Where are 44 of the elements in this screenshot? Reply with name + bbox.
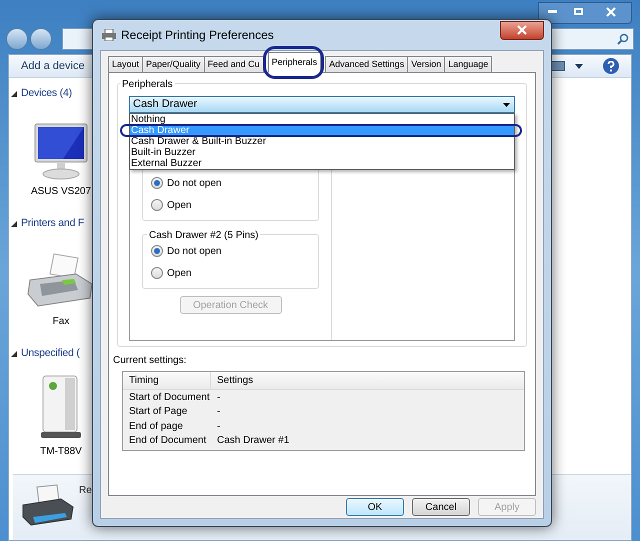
- table-cell-text: Cash Drawer #1: [216, 434, 290, 448]
- table-cell-text: End of Document: [128, 434, 208, 448]
- peripherals-dropdown[interactable]: Cash Drawer: [129, 96, 515, 113]
- radio-label: Open: [167, 198, 192, 212]
- dropdown-option[interactable]: External Buzzer: [130, 158, 514, 169]
- tab[interactable]: Paper/Quality: [142, 56, 205, 73]
- details-label: Re: [79, 484, 92, 498]
- section-label: Current settings:: [113, 354, 188, 368]
- add-device-button[interactable]: Add a device: [21, 58, 85, 74]
- table-cell-text: Start of Page: [128, 405, 188, 420]
- device-item[interactable]: TM-T88V: [13, 364, 109, 459]
- device-item[interactable]: Fax: [13, 234, 109, 329]
- column-header[interactable]: Settings: [211, 372, 524, 389]
- dialog-button[interactable]: Cancel: [412, 498, 470, 516]
- section-heading: Devices (4): [21, 86, 72, 102]
- group-title: Cash Drawer #2 (5 Pins): [147, 228, 260, 243]
- dropdown-option[interactable]: Built-in Buzzer: [130, 147, 514, 158]
- dialog-button[interactable]: OK: [346, 498, 404, 516]
- radio-label: Do not open: [167, 244, 222, 258]
- dialog-title: Receipt Printing Preferences: [121, 27, 274, 44]
- tab[interactable]: Advanced Settings: [325, 56, 408, 73]
- tab[interactable]: Peripherals: [268, 52, 322, 73]
- radio-label: Do not open: [167, 176, 222, 190]
- tab[interactable]: Feed and Cu: [204, 56, 264, 73]
- table-cell-text: -: [216, 390, 220, 405]
- dropdown-option[interactable]: Nothing: [130, 114, 514, 125]
- table-cell-text: End of page: [128, 420, 184, 434]
- radio-label: Open: [167, 266, 192, 280]
- device-label: Fax: [52, 315, 70, 329]
- tab[interactable]: Version: [407, 56, 446, 73]
- table-cell-text: Start of Document: [128, 390, 211, 405]
- tab[interactable]: Language: [444, 56, 492, 73]
- device-label: TM-T88V: [40, 445, 82, 459]
- group-title: Peripherals: [120, 77, 175, 92]
- device-label: ASUS VS207: [30, 185, 92, 199]
- section-heading: Unspecified (: [21, 346, 80, 362]
- section-heading: Printers and F: [21, 216, 84, 232]
- table-cell-text: -: [216, 420, 220, 434]
- device-item[interactable]: ASUS VS207: [13, 104, 109, 199]
- table-cell-text: -: [216, 405, 220, 420]
- tab[interactable]: Layout: [108, 56, 144, 73]
- dropdown-option[interactable]: Cash Drawer & Built-in Buzzer: [130, 136, 514, 147]
- column-header[interactable]: Timing: [123, 372, 211, 389]
- dropdown-value: Cash Drawer: [133, 97, 198, 112]
